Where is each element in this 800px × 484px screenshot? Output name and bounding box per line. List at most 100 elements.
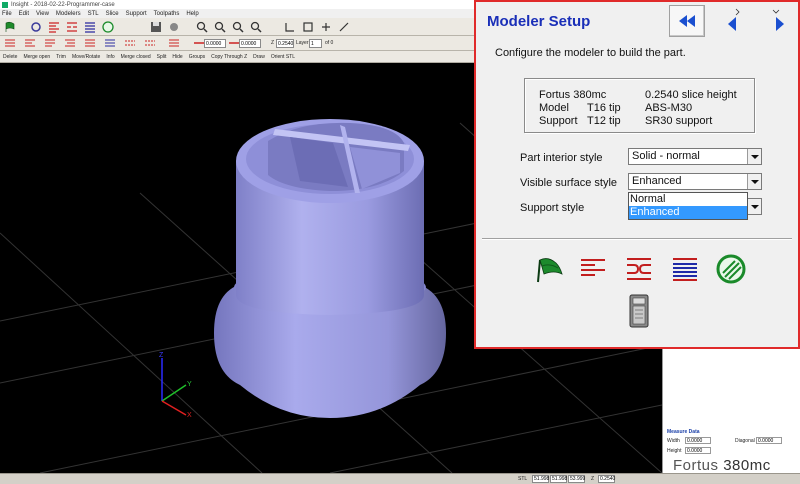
diagonal-label: Diagonal (735, 438, 755, 444)
save-icon[interactable] (150, 21, 162, 33)
status-y: 51.998 (550, 475, 568, 483)
dialog-separator (482, 238, 792, 240)
width-field-1[interactable]: 0.0000 (204, 39, 226, 48)
lines-red-icon[interactable] (48, 21, 60, 33)
menu-slice[interactable]: Slice (106, 11, 119, 17)
status-mode: STL (518, 476, 528, 482)
view-side-icon[interactable] (338, 21, 350, 33)
cmd-groups[interactable]: Groups (189, 54, 205, 60)
model-part[interactable] (214, 119, 446, 418)
green-circle-hatch-icon (716, 254, 746, 284)
menu-stl[interactable]: STL (88, 11, 99, 17)
brand-logo: Fortus 380mc (673, 457, 771, 474)
build-flag-button[interactable] (532, 252, 566, 286)
cmd-trim[interactable]: Trim (56, 54, 66, 60)
menu-edit[interactable]: Edit (19, 11, 29, 17)
modeler-info-box: Fortus 380mc 0.2540 slice height Model T… (524, 78, 755, 133)
menu-support[interactable]: Support (126, 11, 147, 17)
support-style-label: Support style (520, 202, 585, 214)
nav-prev-button[interactable] (718, 5, 748, 37)
fill-button[interactable] (714, 252, 748, 286)
hatch-blue-icon[interactable] (104, 37, 116, 49)
menu-modelers[interactable]: Modelers (56, 11, 81, 17)
z-field[interactable]: 0.2540 (276, 39, 294, 48)
flag-icon[interactable] (4, 21, 16, 33)
zoom-in-icon[interactable] (214, 21, 226, 33)
view-front-icon[interactable] (284, 21, 296, 33)
zoom-icon[interactable] (196, 21, 208, 33)
axis-y-label: Y (187, 381, 192, 388)
insert-layer-icon[interactable] (4, 37, 16, 49)
nav-next-button[interactable] (764, 5, 794, 37)
red-toolpath-lines-icon (581, 259, 605, 276)
info-support-material: SR30 support (645, 115, 713, 127)
info-modeler: Fortus 380mc (539, 89, 607, 101)
zoom-out-icon[interactable] (232, 21, 244, 33)
open-icon[interactable] (168, 21, 180, 33)
dropdown-option-enhanced[interactable]: Enhanced (629, 206, 747, 219)
height-label: Height (667, 448, 682, 454)
menu-file[interactable]: File (2, 11, 12, 17)
cmd-hide[interactable]: Hide (172, 54, 182, 60)
status-z-label: Z (591, 476, 595, 482)
chevron-down-icon[interactable] (747, 199, 761, 214)
cmd-move-rotate[interactable]: Move/Rotate (72, 54, 100, 60)
dash-lines-icon[interactable] (124, 37, 136, 49)
info-model-material: ABS-M30 (645, 102, 693, 114)
menu-toolpaths[interactable]: Toolpaths (154, 11, 180, 17)
part-interior-select[interactable]: Solid - normal (628, 148, 762, 165)
cmd-merge-closed[interactable]: Merge closed (121, 54, 151, 60)
status-zcoord: 53.999 (568, 475, 586, 483)
printer-icon (629, 294, 649, 328)
dropdown-option-normal[interactable]: Normal (629, 193, 747, 206)
menu-help[interactable]: Help (186, 11, 198, 17)
info-slice-height: 0.2540 slice height (645, 89, 737, 101)
layer-label: Layer (296, 40, 309, 46)
height-value: 0.0000 (685, 447, 711, 454)
chevron-down-icon[interactable] (747, 174, 761, 189)
lines-icon-a[interactable] (24, 37, 36, 49)
cmd-delete[interactable]: Delete (3, 54, 17, 60)
view-top-icon[interactable] (320, 21, 332, 33)
cmd-merge-open[interactable]: Merge open (23, 54, 50, 60)
info-model-tip: T16 tip (587, 102, 621, 114)
nav-first-button[interactable] (669, 5, 705, 37)
toolpath-button[interactable] (668, 252, 702, 286)
curve-red-icon[interactable] (66, 21, 78, 33)
diagonal-value: 0.0000 (756, 437, 782, 444)
status-z-value: 0.2540 (598, 475, 616, 483)
modeler-setup-dialog: Modeler Setup Configure the modeler to b… (474, 0, 800, 349)
view-iso-icon[interactable] (302, 21, 314, 33)
cmd-split[interactable]: Split (157, 54, 167, 60)
dash-lines-icon-2[interactable] (144, 37, 156, 49)
magnet-icon[interactable] (30, 21, 42, 33)
layer-field[interactable]: 1 (309, 39, 322, 48)
cmd-info[interactable]: Info (106, 54, 114, 60)
lines-icon-c[interactable] (64, 37, 76, 49)
menu-view[interactable]: View (36, 11, 49, 17)
dialog-description: Configure the modeler to build the part. (495, 47, 686, 59)
cmd-draw[interactable]: Draw (253, 54, 265, 60)
layers-icon[interactable] (168, 37, 180, 49)
slice-button[interactable] (576, 252, 610, 286)
cmd-orient-stl[interactable]: Orient STL (271, 54, 295, 60)
axis-x-label: X (187, 412, 192, 419)
prev-icon (728, 8, 740, 31)
chevron-down-icon[interactable] (747, 149, 761, 164)
lines-icon-d[interactable] (84, 37, 96, 49)
width-label: Width (667, 438, 680, 444)
axis-triad: Z Y X (159, 352, 192, 419)
cmd-copy-through-z[interactable]: Copy Through Z (211, 54, 247, 60)
axis-z-label: Z (159, 352, 164, 359)
lines-icon-b[interactable] (44, 37, 56, 49)
visible-surface-select[interactable]: Enhanced (628, 173, 762, 190)
send-to-printer-button[interactable] (622, 294, 656, 328)
zoom-window-icon[interactable] (250, 21, 262, 33)
lines-blue-icon[interactable] (84, 21, 96, 33)
hatch-circle-icon[interactable] (102, 21, 114, 33)
width-field-2[interactable]: 0.0000 (239, 39, 261, 48)
curves-icon (627, 258, 651, 280)
dialog-title: Modeler Setup (487, 13, 591, 30)
support-button[interactable] (622, 252, 656, 286)
z-label: Z (271, 40, 275, 46)
